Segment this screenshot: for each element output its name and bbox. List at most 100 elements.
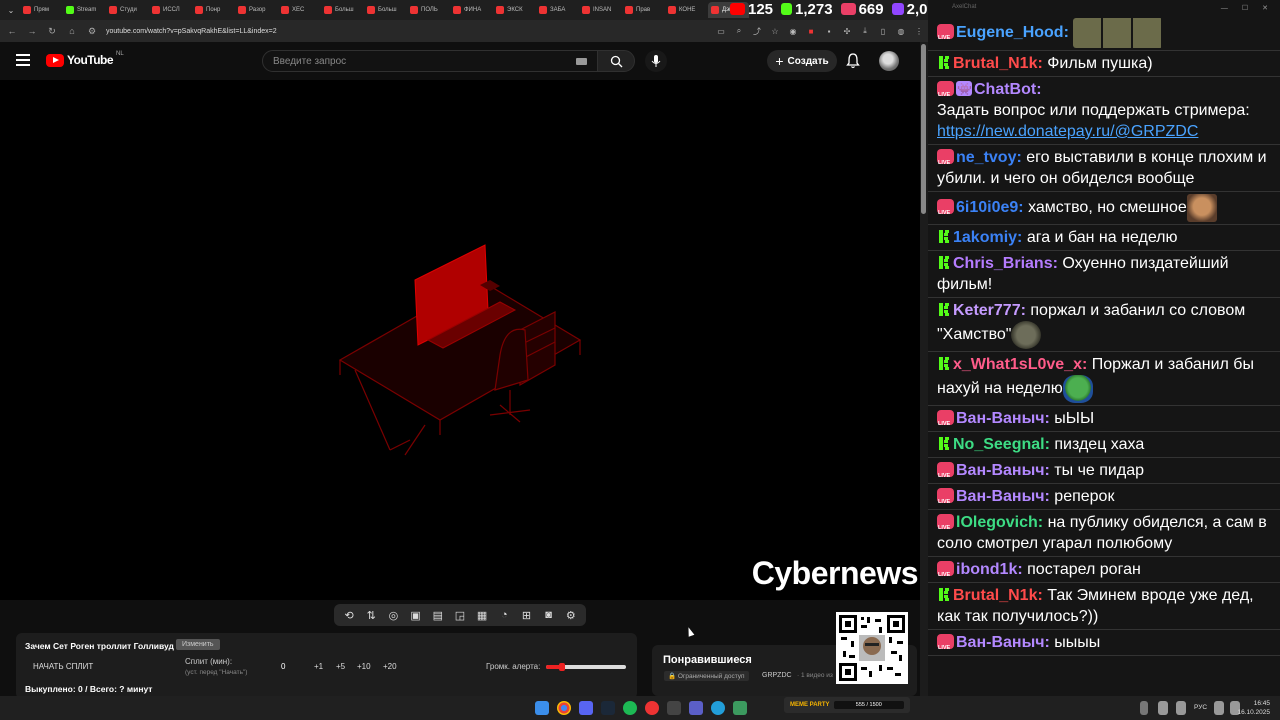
keyboard-icon[interactable] (576, 57, 587, 65)
start-split-button[interactable]: НАЧАТЬ СПЛИТ (33, 662, 93, 671)
browser-tab[interactable]: ЗАБА (536, 2, 577, 18)
picture-in-picture-icon[interactable]: ◲ (453, 608, 467, 622)
tray-chevron-icon[interactable] (1140, 701, 1148, 715)
alert-volume-slider[interactable] (546, 663, 626, 671)
windows-start-icon[interactable] (535, 701, 549, 715)
youtube-logo[interactable]: YouTube NL (46, 51, 124, 67)
browser-tab[interactable]: INSAN (579, 2, 620, 18)
audio-wave-icon[interactable]: ◎ (386, 608, 400, 622)
taskbar-clock[interactable]: 16:45 16.10.2025 (1237, 699, 1270, 717)
chrome-icon[interactable] (557, 701, 571, 715)
video-settings-icon[interactable]: ▣ (409, 608, 423, 622)
chat-username[interactable]: x_What1sL0ve_x (953, 356, 1082, 373)
home-icon[interactable]: ⌂ (66, 25, 78, 37)
voice-search-button[interactable] (645, 50, 667, 72)
network-icon[interactable] (1158, 701, 1168, 715)
browser-tab[interactable]: Прям (20, 2, 61, 18)
chat-username[interactable]: Ван-Ваныч (956, 488, 1045, 505)
extensions-puzzle-icon[interactable]: ✣ (842, 26, 852, 36)
browser-tab[interactable]: ИССЛ (149, 2, 190, 18)
split-minutes-value[interactable]: 0 (281, 662, 285, 671)
chat-username[interactable]: Ван-Ваныч (956, 410, 1045, 427)
media-player-icon[interactable] (689, 701, 703, 715)
alert-volume-knob[interactable] (559, 663, 565, 671)
browser-tab[interactable]: Stream (63, 2, 104, 18)
account-avatar[interactable] (879, 51, 899, 71)
site-info-icon[interactable]: ⚙ (86, 25, 98, 37)
chat-username[interactable]: No_Seegnal (953, 436, 1045, 453)
browser-tab[interactable]: Разор (235, 2, 276, 18)
settings-gear-icon[interactable]: ⚙ (564, 608, 578, 622)
chat-username[interactable]: Chris_Brians (953, 255, 1053, 272)
increment-10-button[interactable]: +10 (357, 662, 371, 671)
forward-icon[interactable]: → (26, 25, 38, 37)
tab-search-icon[interactable]: ⌄ (4, 3, 18, 17)
steam-icon[interactable] (601, 701, 615, 715)
obs-icon[interactable] (645, 701, 659, 715)
screenshot-camera-icon[interactable]: ◙ (542, 608, 556, 622)
donation-link[interactable]: https://new.donatepay.ru/@GRPZDC (937, 123, 1198, 140)
playlist-title[interactable]: Понравившиеся (663, 654, 752, 666)
download-icon[interactable]: ⤓ (860, 26, 870, 36)
chat-username[interactable]: ne_tvoy (956, 149, 1016, 166)
app-icon[interactable] (733, 701, 747, 715)
microphone-tray-icon[interactable] (1176, 701, 1186, 715)
close-icon[interactable]: ✕ (1262, 4, 1268, 12)
extension-icon[interactable]: ◉ (788, 26, 798, 36)
reload-icon[interactable]: ↻ (46, 25, 58, 37)
discord-icon[interactable] (579, 701, 593, 715)
wifi-icon[interactable] (1214, 701, 1224, 715)
maximize-icon[interactable]: ☐ (1242, 4, 1248, 12)
sort-icon[interactable]: ⇅ (364, 608, 378, 622)
chat-username[interactable]: lOlegovich (956, 514, 1038, 531)
chat-username[interactable]: ibond1k (956, 561, 1017, 578)
increment-1-button[interactable]: +1 (314, 662, 323, 671)
search-button[interactable] (597, 50, 635, 72)
speed-gauge-icon[interactable]: ◔ (497, 608, 511, 622)
browser-tab[interactable]: Больш (321, 2, 362, 18)
browser-tab[interactable]: ЭКСК (493, 2, 534, 18)
back-icon[interactable]: ← (6, 25, 18, 37)
browser-tab[interactable]: КОНЕ (665, 2, 706, 18)
profile-icon[interactable]: ◍ (896, 26, 906, 36)
url-field[interactable]: youtube.com/watch?v=pSakvqRakhE&list=LL&… (106, 28, 708, 35)
notifications-bell-icon[interactable] (846, 53, 860, 69)
game-controller-icon[interactable] (667, 701, 681, 715)
browser-tab[interactable]: ХЕС (278, 2, 319, 18)
minimize-icon[interactable]: — (1221, 5, 1228, 12)
browser-tab[interactable]: Больш (364, 2, 405, 18)
create-button[interactable]: + Создать (767, 50, 837, 72)
browser-tab[interactable]: Прав (622, 2, 663, 18)
film-strip-icon[interactable]: ▦ (475, 608, 489, 622)
page-scrollbar[interactable] (920, 42, 928, 696)
extension-grey-icon[interactable]: ▪ (824, 26, 834, 36)
chat-username[interactable]: Brutal_N1k (953, 55, 1037, 72)
chat-username[interactable]: ChatBot (974, 81, 1036, 98)
extension-red-icon[interactable]: ■ (806, 26, 816, 36)
install-icon[interactable]: ▭ (716, 26, 726, 36)
input-language[interactable]: РУС (1194, 704, 1207, 711)
browser-menu-icon[interactable]: ⋮ (914, 26, 924, 36)
add-to-queue-icon[interactable]: ⊞ (519, 608, 533, 622)
chat-username[interactable]: Ван-Ваныч (956, 462, 1045, 479)
bookmark-star-icon[interactable]: ☆ (770, 26, 780, 36)
browser-tab[interactable]: Понр (192, 2, 233, 18)
spotify-icon[interactable] (623, 701, 637, 715)
search-input[interactable] (273, 55, 576, 67)
chat-username[interactable]: Keter777 (953, 302, 1021, 319)
browser-tab[interactable]: ПОЛЬ (407, 2, 448, 18)
zoom-icon[interactable]: ⌕ (734, 26, 744, 36)
increment-20-button[interactable]: +20 (383, 662, 397, 671)
change-title-button[interactable]: Изменить (176, 639, 220, 650)
hamburger-menu-icon[interactable] (16, 54, 30, 66)
chat-username[interactable]: 1akomiy (953, 229, 1017, 246)
browser-tab[interactable]: ФИНА (450, 2, 491, 18)
clapper-icon[interactable]: ▤ (431, 608, 445, 622)
chat-username[interactable]: Ван-Ваныч (956, 634, 1045, 651)
sidebar-icon[interactable]: ▯ (878, 26, 888, 36)
scrollbar-thumb[interactable] (921, 44, 926, 214)
video-player[interactable]: Cybernews (0, 80, 920, 600)
chat-username[interactable]: 6i10i0e9 (956, 199, 1018, 216)
telegram-icon[interactable] (711, 701, 725, 715)
chat-username[interactable]: Brutal_N1k (953, 587, 1037, 604)
